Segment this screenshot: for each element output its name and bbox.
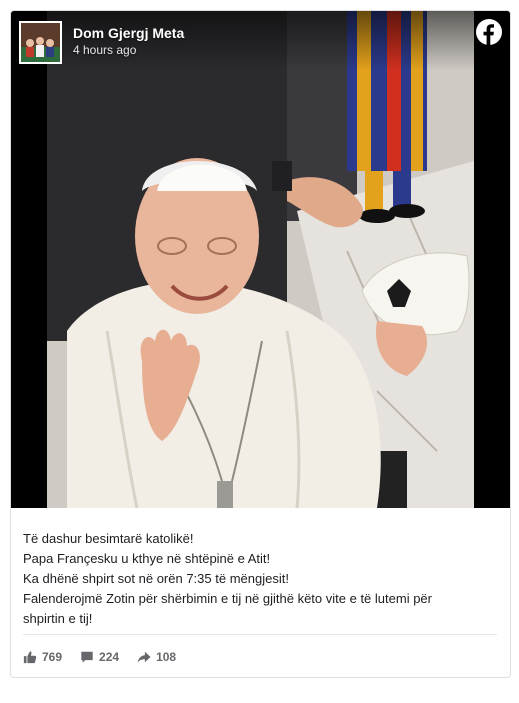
shares-count: 108 (156, 650, 177, 664)
shares-stat[interactable]: 108 (137, 650, 176, 664)
post-media[interactable]: Dom Gjergj Meta 4 hours ago (11, 11, 510, 508)
post-timestamp[interactable]: 4 hours ago (73, 43, 136, 57)
stats-divider (23, 634, 497, 635)
engagement-stats: 769 224 108 (23, 647, 194, 667)
author-name[interactable]: Dom Gjergj Meta (73, 25, 184, 41)
avatar-image (21, 23, 60, 62)
post-header: Dom Gjergj Meta 4 hours ago (11, 11, 510, 71)
likes-count: 769 (42, 650, 63, 664)
post-photo (47, 11, 474, 508)
facebook-icon[interactable] (476, 19, 502, 45)
caption-line: Falenderojmë Zotin për shërbimin e tij n… (23, 591, 432, 606)
likes-stat[interactable]: 769 (23, 650, 62, 664)
share-arrow-icon (137, 651, 151, 663)
comments-count: 224 (99, 650, 120, 664)
thumbs-up-icon (23, 651, 37, 664)
caption-line: Të dashur besimtarë katolikë! (23, 531, 194, 546)
comments-stat[interactable]: 224 (80, 650, 119, 664)
facebook-post-card: Dom Gjergj Meta 4 hours ago Të dashur be… (10, 10, 511, 678)
caption-line: Ka dhënë shpirt sot në orën 7:35 të mëng… (23, 571, 289, 586)
comment-icon (81, 651, 93, 663)
caption-line: shpirtin e tij! (23, 611, 93, 626)
author-avatar[interactable] (19, 21, 62, 64)
post-caption: Të dashur besimtarë katolikë! Papa Franç… (23, 529, 499, 629)
caption-line: Papa Françesku u kthye në shtëpinë e Ati… (23, 551, 271, 566)
